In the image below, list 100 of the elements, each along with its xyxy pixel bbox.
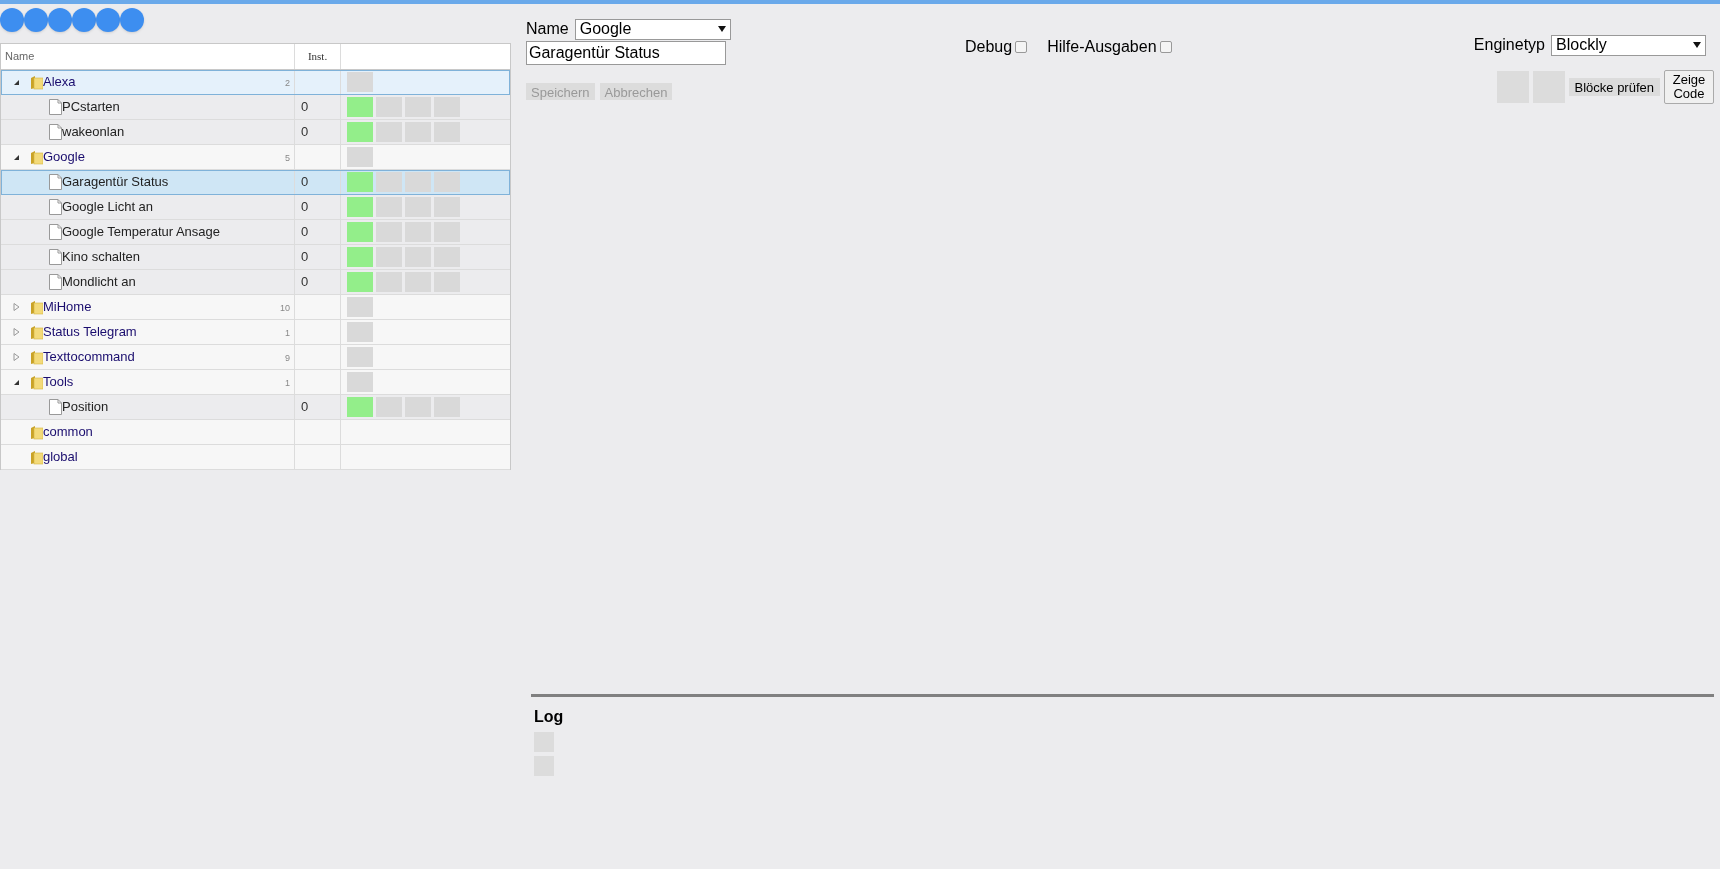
name-label: Name <box>526 19 569 39</box>
debug-label: Debug <box>965 37 1013 57</box>
script-name: Position <box>62 398 109 417</box>
check-blocks-button[interactable]: Blöcke prüfen <box>1568 78 1660 96</box>
instance-count: 0 <box>301 223 309 242</box>
folder-name: Alexa <box>43 73 76 92</box>
instance-count: 0 <box>301 198 309 217</box>
script-name: Mondlicht an <box>62 273 136 292</box>
document-icon <box>49 174 62 190</box>
expand-arrow-icon[interactable] <box>13 303 20 311</box>
dropdown-arrow-icon <box>717 26 726 32</box>
collapse-arrow-icon[interactable] <box>13 153 20 161</box>
script-count: 5 <box>285 152 290 166</box>
log-title: Log <box>534 707 565 727</box>
folder-row[interactable]: MiHome 10 <box>1 295 510 320</box>
folder-icon <box>30 349 43 365</box>
folder-row[interactable]: Status Telegram 1 <box>1 320 510 345</box>
enable-toggle-button[interactable] <box>347 222 373 242</box>
script-action-button[interactable] <box>376 172 402 192</box>
engine-select[interactable]: Blockly <box>1551 34 1706 56</box>
add-script-button[interactable] <box>347 322 373 342</box>
toolbar-round-button[interactable] <box>48 8 72 32</box>
folder-icon <box>30 449 43 465</box>
document-icon <box>49 249 62 265</box>
checkbox[interactable] <box>1015 41 1028 53</box>
toolbar-round-button[interactable] <box>24 8 48 32</box>
enable-toggle-button[interactable] <box>347 172 373 192</box>
folder-row[interactable]: Google 5 <box>1 145 510 170</box>
engine-label: Enginetyp <box>1473 35 1545 55</box>
script-row[interactable]: Kino schalten 0 <box>1 245 510 270</box>
script-row[interactable]: Position 0 <box>1 395 510 420</box>
toolbar-round-button[interactable] <box>120 8 144 32</box>
instance-count: 0 <box>301 248 309 267</box>
enable-toggle-button[interactable] <box>347 272 373 292</box>
folder-name: MiHome <box>43 298 92 317</box>
show-code-button[interactable]: Zeige Code <box>1664 70 1714 104</box>
script-count: 10 <box>280 302 290 316</box>
collapse-arrow-icon[interactable] <box>13 78 20 86</box>
script-name: Google Licht an <box>62 198 154 217</box>
instance-count: 0 <box>301 123 309 142</box>
folder-name: Texttocommand <box>43 348 135 367</box>
script-name: Garagentür Status <box>62 173 169 192</box>
script-count: 1 <box>285 377 290 391</box>
folder-icon <box>30 424 43 440</box>
add-script-button[interactable] <box>347 297 373 317</box>
script-name: wakeonlan <box>62 123 125 142</box>
script-count: 9 <box>285 352 290 366</box>
script-row[interactable]: PCstarten 0 <box>1 95 510 120</box>
toolbar-round-button[interactable] <box>96 8 120 32</box>
column-header[interactable]: Inst. <box>307 48 328 65</box>
script-row[interactable]: Google Licht an 0 <box>1 195 510 220</box>
enable-toggle-button[interactable] <box>347 397 373 417</box>
document-icon <box>49 274 62 290</box>
folder-row[interactable]: Alexa 2 <box>1 70 510 95</box>
document-icon <box>49 199 62 215</box>
enable-toggle-button[interactable] <box>347 197 373 217</box>
folder-name: Status Telegram <box>43 323 137 342</box>
script-count: 2 <box>285 77 290 91</box>
add-script-button[interactable] <box>347 372 373 392</box>
collapse-arrow-icon[interactable] <box>13 378 20 386</box>
toolbar-round-button[interactable] <box>0 8 24 32</box>
document-icon <box>49 124 62 140</box>
checkbox[interactable] <box>1159 41 1172 53</box>
folder-icon <box>30 324 43 340</box>
instance-count: 0 <box>301 98 309 117</box>
add-script-button[interactable] <box>347 347 373 367</box>
instance-count: 0 <box>301 173 309 192</box>
expand-arrow-icon[interactable] <box>13 353 20 361</box>
instance-count: 0 <box>301 398 309 417</box>
folder-icon <box>30 149 43 165</box>
script-row[interactable]: Mondlicht an 0 <box>1 270 510 295</box>
enable-toggle-button[interactable] <box>347 247 373 267</box>
folder-row[interactable]: global <box>1 445 510 470</box>
folder-row[interactable]: Texttocommand 9 <box>1 345 510 370</box>
folder-row[interactable]: common <box>1 420 510 445</box>
folder-row[interactable]: Tools 1 <box>1 370 510 395</box>
document-icon <box>49 99 62 115</box>
group-select[interactable]: Google <box>574 18 731 40</box>
script-action-button[interactable] <box>405 172 431 192</box>
add-script-button[interactable] <box>347 72 373 92</box>
toolbar-round-button[interactable] <box>72 8 96 32</box>
script-row[interactable]: Garagentür Status 0 <box>1 170 510 195</box>
folder-icon <box>30 374 43 390</box>
script-name-input[interactable]: Garagentür Status <box>526 41 726 65</box>
add-script-button[interactable] <box>347 147 373 167</box>
document-icon <box>49 399 62 415</box>
verbose-label: Hilfe-Ausgaben <box>1047 37 1157 57</box>
expand-arrow-icon[interactable] <box>13 328 20 336</box>
script-row[interactable]: wakeonlan 0 <box>1 120 510 145</box>
enable-toggle-button[interactable] <box>347 97 373 117</box>
script-name: PCstarten <box>62 98 120 117</box>
script-row[interactable]: Google Temperatur Ansage 0 <box>1 220 510 245</box>
folder-name: Google <box>43 148 85 167</box>
column-header[interactable]: Name <box>5 48 35 65</box>
script-name: Kino schalten <box>62 248 141 267</box>
folder-icon <box>30 299 43 315</box>
enable-toggle-button[interactable] <box>347 122 373 142</box>
script-count: 1 <box>285 327 290 341</box>
folder-name: common <box>43 423 93 442</box>
script-action-button[interactable] <box>434 172 460 192</box>
